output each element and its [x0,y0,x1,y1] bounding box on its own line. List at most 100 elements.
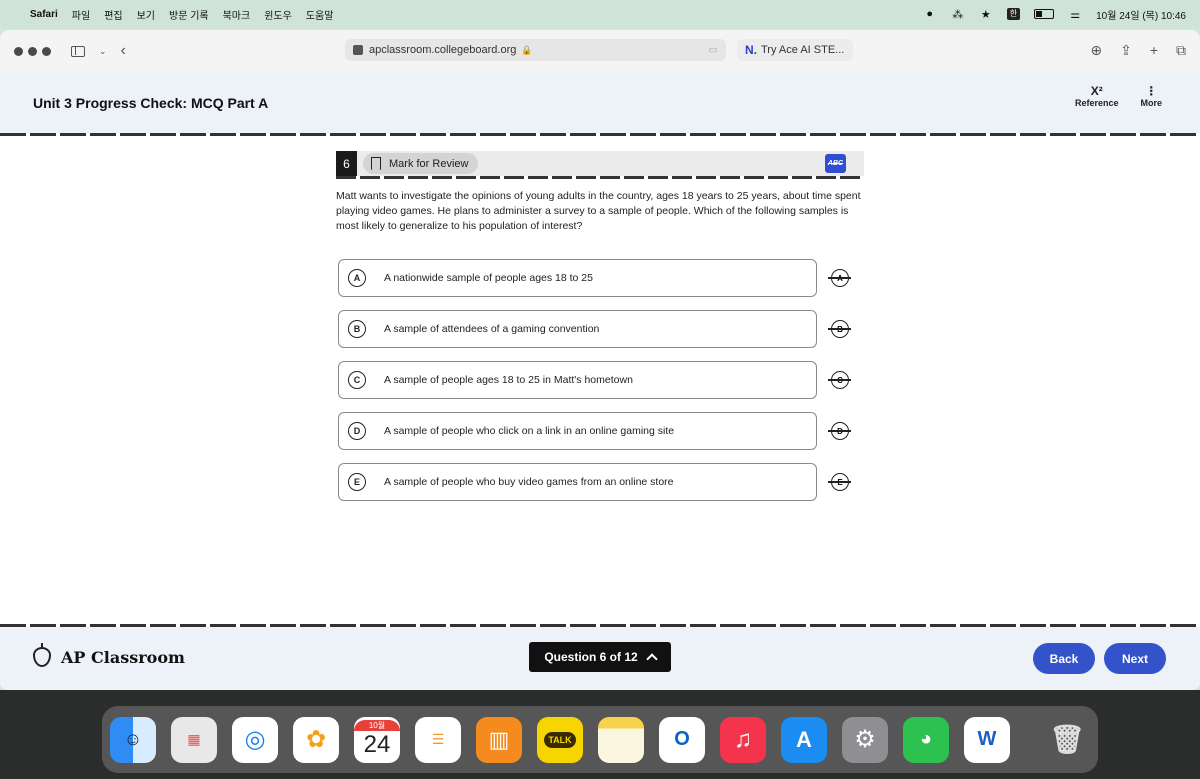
choice-text: A sample of people who click on a link i… [384,425,675,437]
menu-bookmarks[interactable]: 북마크 [223,7,251,22]
control-center-icon[interactable]: ⚌ [1068,8,1082,21]
calendar-icon[interactable]: 10월 24 [354,716,400,763]
bookmark-icon [371,157,381,170]
choice-e[interactable]: E A sample of people who buy video games… [338,463,817,501]
address-bar[interactable]: apclassroom.collegeboard.org 🔒 ▭ [345,39,726,61]
system-settings-icon[interactable]: ⚙ [842,716,888,763]
launchpad-icon[interactable]: ▦ [171,716,217,763]
toolbar-actions: ⊕ ⇪ + ⧉ [1090,42,1186,59]
choice-row-e: E A sample of people who buy video games… [336,463,864,501]
page-header: Unit 3 Progress Check: MCQ Part A X² Ref… [0,72,1200,133]
dock: ☺ ▦ ◎ ✿ 10월 24 ☰ ▥ TALK O ♫ A ⚙ ◕ W 🗑 [102,706,1098,773]
site-favicon-icon [353,45,363,55]
reader-icon[interactable]: ▭ [709,45,718,56]
reference-button[interactable]: X² Reference [1075,84,1119,108]
choice-text: A sample of attendees of a gaming conven… [384,323,600,335]
outlook-icon[interactable]: O [659,716,705,763]
choice-letter: D [348,422,366,440]
star-icon[interactable]: ★ [979,8,993,21]
choice-a[interactable]: A A nationwide sample of people ages 18 … [338,259,817,297]
battery-icon[interactable] [1034,9,1055,19]
calendar-month: 10월 [354,720,400,731]
more-button[interactable]: ⋮ More [1140,84,1162,108]
question-navigator-button[interactable]: Question 6 of 12 [529,642,671,672]
downloads-icon[interactable]: ⊕ [1090,42,1102,59]
ap-classroom-logo: AP Classroom [33,643,185,667]
strike-e-button[interactable]: E [828,473,851,491]
acorn-icon [33,643,51,667]
reference-label: Reference [1074,98,1119,108]
answer-choices: A A nationwide sample of people ages 18 … [336,259,864,501]
mark-review-label: Mark for Review [389,157,469,170]
kakaotalk-icon[interactable]: TALK [537,716,583,763]
tab-overview-icon[interactable]: ⧉ [1176,42,1186,59]
browser-window: ⌄ ‹ apclassroom.collegeboard.org 🔒 ▭ N. … [0,30,1200,690]
minimize-window-icon[interactable] [28,46,37,56]
app-store-icon[interactable]: A [781,716,827,763]
strike-d-button[interactable]: D [828,422,851,440]
choice-row-a: A A nationwide sample of people ages 18 … [336,259,864,297]
strike-b-button[interactable]: B [828,320,851,338]
menu-view[interactable]: 보기 [137,7,155,22]
choice-letter: B [348,320,366,338]
trash-icon[interactable]: 🗑 [1044,717,1090,763]
wechat-icon[interactable]: ◕ [903,716,949,763]
next-button[interactable]: Next [1104,643,1166,674]
menubar-clock[interactable]: 10월 24일 (목) 10:46 [1096,7,1186,22]
browser-toolbar: ⌄ ‹ apclassroom.collegeboard.org 🔒 ▭ N. … [0,30,1200,72]
more-label: More [1140,98,1162,108]
notification-icon[interactable]: ● [923,8,937,20]
menu-help[interactable]: 도움말 [306,7,334,22]
choice-letter: C [348,371,366,389]
window-controls[interactable] [14,46,51,56]
reminders-icon[interactable]: ☰ [415,716,461,763]
header-tools: X² Reference ⋮ More [1075,84,1162,108]
tab-title: Try Ace AI STE... [761,44,845,56]
strike-c-button[interactable]: C [828,371,851,389]
choice-row-c: C A sample of people ages 18 to 25 in Ma… [336,361,864,399]
choice-letter: E [348,473,366,491]
new-tab-icon[interactable]: + [1150,42,1158,59]
menu-app-name[interactable]: Safari [30,9,58,20]
notes-icon[interactable] [598,716,644,763]
choice-row-b: B A sample of attendees of a gaming conv… [336,310,864,348]
sidebar-toggle-icon[interactable] [71,45,85,57]
input-source-badge[interactable]: 한 [1006,8,1021,20]
menu-file[interactable]: 파일 [72,7,90,22]
choice-d[interactable]: D A sample of people who click on a link… [338,412,817,450]
calendar-day: 24 [363,731,391,758]
photos-icon[interactable]: ✿ [293,716,339,763]
choice-text: A sample of people who buy video games f… [384,476,674,488]
question-area: 6 Mark for Review ABC Matt wants to inve… [336,151,864,514]
share-icon[interactable]: ⇪ [1120,42,1132,59]
menu-edit[interactable]: 편집 [104,7,122,22]
brand-name: AP Classroom [61,647,185,667]
choice-letter: A [348,269,366,287]
mark-for-review-button[interactable]: Mark for Review [363,153,479,174]
menu-history[interactable]: 방문 기록 [169,7,209,22]
answer-eliminator-button[interactable]: ABC [825,154,846,173]
formula-icon: X² [1090,84,1103,98]
finder-icon[interactable]: ☺ [110,716,156,763]
word-icon[interactable]: W [964,716,1010,763]
safari-icon[interactable]: ◎ [232,716,278,763]
music-icon[interactable]: ♫ [720,716,766,763]
airpods-icon[interactable]: ⁂ [951,8,965,21]
browser-tab[interactable]: N. Try Ace AI STE... [737,39,853,61]
zoom-window-icon[interactable] [42,46,51,56]
chevron-down-icon[interactable]: ⌄ [99,46,107,57]
back-button[interactable]: Back [1033,643,1095,674]
choice-b[interactable]: B A sample of attendees of a gaming conv… [338,310,817,348]
choice-row-d: D A sample of people who click on a link… [336,412,864,450]
choice-c[interactable]: C A sample of people ages 18 to 25 in Ma… [338,361,817,399]
lock-icon: 🔒 [521,44,533,55]
close-window-icon[interactable] [14,46,23,56]
question-divider [336,176,864,179]
menu-window[interactable]: 윈도우 [264,7,292,22]
question-stem: Matt wants to investigate the opinions o… [336,190,861,232]
strike-a-button[interactable]: A [828,269,851,287]
page-title: Unit 3 Progress Check: MCQ Part A [33,94,269,111]
back-arrow-icon[interactable]: ‹ [121,42,126,60]
books-icon[interactable]: ▥ [476,716,522,763]
header-divider [0,133,1200,136]
